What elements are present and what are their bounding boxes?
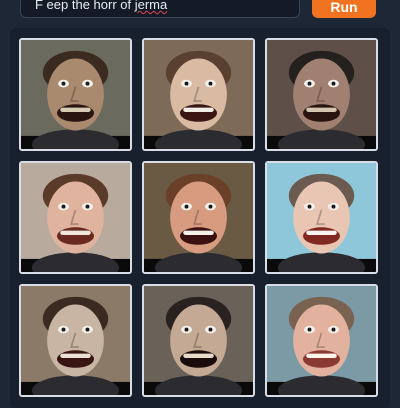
prompt-input[interactable]: F eep the horr of jerma [20,0,300,18]
prompt-text: F eep the horr of [35,0,135,12]
generated-image-2[interactable] [142,38,255,151]
face-image [267,40,376,149]
face-image [267,163,376,272]
generated-image-5[interactable] [142,161,255,274]
generated-image-1[interactable] [19,38,132,151]
prompt-misspelled-word: jerma [134,0,168,12]
generated-image-4[interactable] [19,161,132,274]
generated-image-6[interactable] [265,161,378,274]
face-image [21,163,130,272]
generated-image-7[interactable] [19,284,132,397]
face-image [144,40,253,149]
results-grid [10,28,390,408]
run-button[interactable]: Run [312,0,376,18]
generated-image-9[interactable] [265,284,378,397]
generated-image-3[interactable] [265,38,378,151]
generated-image-8[interactable] [142,284,255,397]
face-image [144,163,253,272]
face-image [267,286,376,395]
face-image [21,40,130,149]
face-image [21,286,130,395]
face-image [144,286,253,395]
